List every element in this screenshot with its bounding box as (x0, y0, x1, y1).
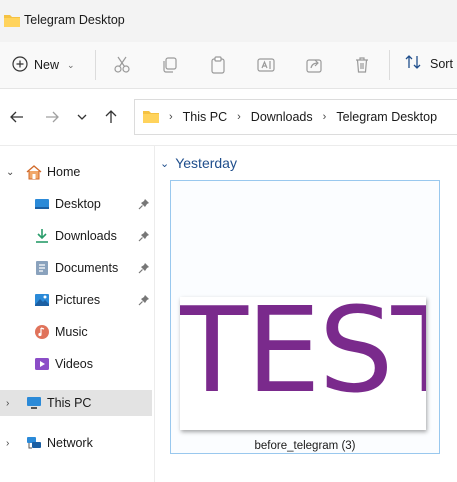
group-header[interactable]: ⌄ Yesterday (160, 155, 237, 171)
breadcrumb-separator-icon[interactable]: › (237, 111, 241, 123)
toolbar-divider (95, 50, 96, 80)
chevron-right-icon[interactable]: › (6, 438, 18, 449)
navigation-pane: ⌄ Home Desktop Downloads Documents Pictu… (0, 146, 154, 482)
up-arrow-icon[interactable] (101, 107, 121, 127)
sidebar-item-this-pc[interactable]: › This PC (0, 390, 152, 416)
plus-circle-icon (12, 55, 28, 75)
window-title: Telegram Desktop (24, 13, 125, 27)
folder-icon (4, 13, 20, 30)
home-icon (26, 164, 42, 180)
this-pc-icon (26, 395, 42, 411)
rename-icon[interactable] (256, 55, 276, 75)
sidebar-item-documents[interactable]: Documents (0, 255, 152, 281)
pin-icon[interactable] (138, 230, 150, 242)
navigation-bar: › This PC › Downloads › Telegram Desktop (0, 89, 457, 146)
cut-icon[interactable] (112, 55, 132, 75)
sidebar-item-label: Desktop (55, 197, 101, 211)
sidebar-item-label: Network (47, 436, 93, 450)
folder-icon (143, 109, 159, 126)
sidebar-item-music[interactable]: Music (0, 319, 152, 345)
sidebar-item-label: Music (55, 325, 88, 339)
sidebar-item-pictures[interactable]: Pictures (0, 287, 152, 313)
thumbnail-text: TEST (180, 297, 426, 419)
forward-arrow-icon[interactable] (42, 107, 62, 127)
paste-icon[interactable] (208, 55, 228, 75)
chevron-down-icon[interactable]: ⌄ (160, 157, 169, 170)
sort-button[interactable]: Sort (404, 54, 453, 73)
music-icon (34, 324, 50, 340)
pictures-icon (34, 292, 50, 308)
sidebar-item-home[interactable]: ⌄ Home (0, 159, 152, 185)
share-icon[interactable] (304, 55, 324, 75)
sort-icon (404, 54, 422, 73)
sidebar-item-label: Documents (55, 261, 119, 275)
desktop-icon (34, 196, 50, 212)
videos-icon (34, 356, 50, 372)
pin-icon[interactable] (138, 198, 150, 210)
new-button-label: New (34, 58, 60, 72)
sidebar-item-downloads[interactable]: Downloads (0, 223, 152, 249)
pin-icon[interactable] (138, 294, 150, 306)
breadcrumb-separator-icon[interactable]: › (169, 111, 173, 123)
pin-icon[interactable] (138, 262, 150, 274)
file-name[interactable]: before_telegram (3) (170, 440, 440, 452)
sidebar-item-videos[interactable]: Videos (0, 351, 152, 377)
command-bar: New ⌄ Sort (0, 42, 457, 89)
network-icon (26, 435, 42, 451)
chevron-down-icon: ⌄ (67, 59, 75, 70)
back-arrow-icon[interactable] (7, 107, 27, 127)
new-button[interactable]: New ⌄ (12, 52, 75, 78)
breadcrumb-telegram-desktop[interactable]: Telegram Desktop (336, 110, 437, 124)
group-header-label: Yesterday (175, 155, 237, 171)
sidebar-item-network[interactable]: › Network (0, 430, 152, 456)
chevron-down-icon[interactable]: ⌄ (6, 167, 18, 178)
breadcrumb-separator-icon[interactable]: › (323, 111, 327, 123)
recent-locations-chevron-icon[interactable] (72, 107, 92, 127)
sidebar-item-label: Downloads (55, 229, 117, 243)
file-thumbnail[interactable]: TEST (180, 297, 426, 430)
copy-icon[interactable] (160, 55, 180, 75)
sidebar-item-label: Home (47, 165, 81, 179)
downloads-icon (34, 228, 50, 244)
delete-icon[interactable] (352, 55, 372, 75)
sort-button-label: Sort (430, 56, 453, 71)
sidebar-item-desktop[interactable]: Desktop (0, 191, 152, 217)
breadcrumb-downloads[interactable]: Downloads (251, 110, 313, 124)
breadcrumb-this-pc[interactable]: This PC (183, 110, 227, 124)
chevron-right-icon[interactable]: › (6, 398, 18, 409)
address-bar[interactable]: › This PC › Downloads › Telegram Desktop (134, 99, 457, 135)
sidebar-item-label: This PC (47, 396, 92, 410)
documents-icon (34, 260, 50, 276)
pane-divider[interactable] (154, 146, 155, 482)
sidebar-item-label: Videos (55, 357, 93, 371)
toolbar-divider (389, 50, 390, 80)
sidebar-item-label: Pictures (55, 293, 101, 307)
